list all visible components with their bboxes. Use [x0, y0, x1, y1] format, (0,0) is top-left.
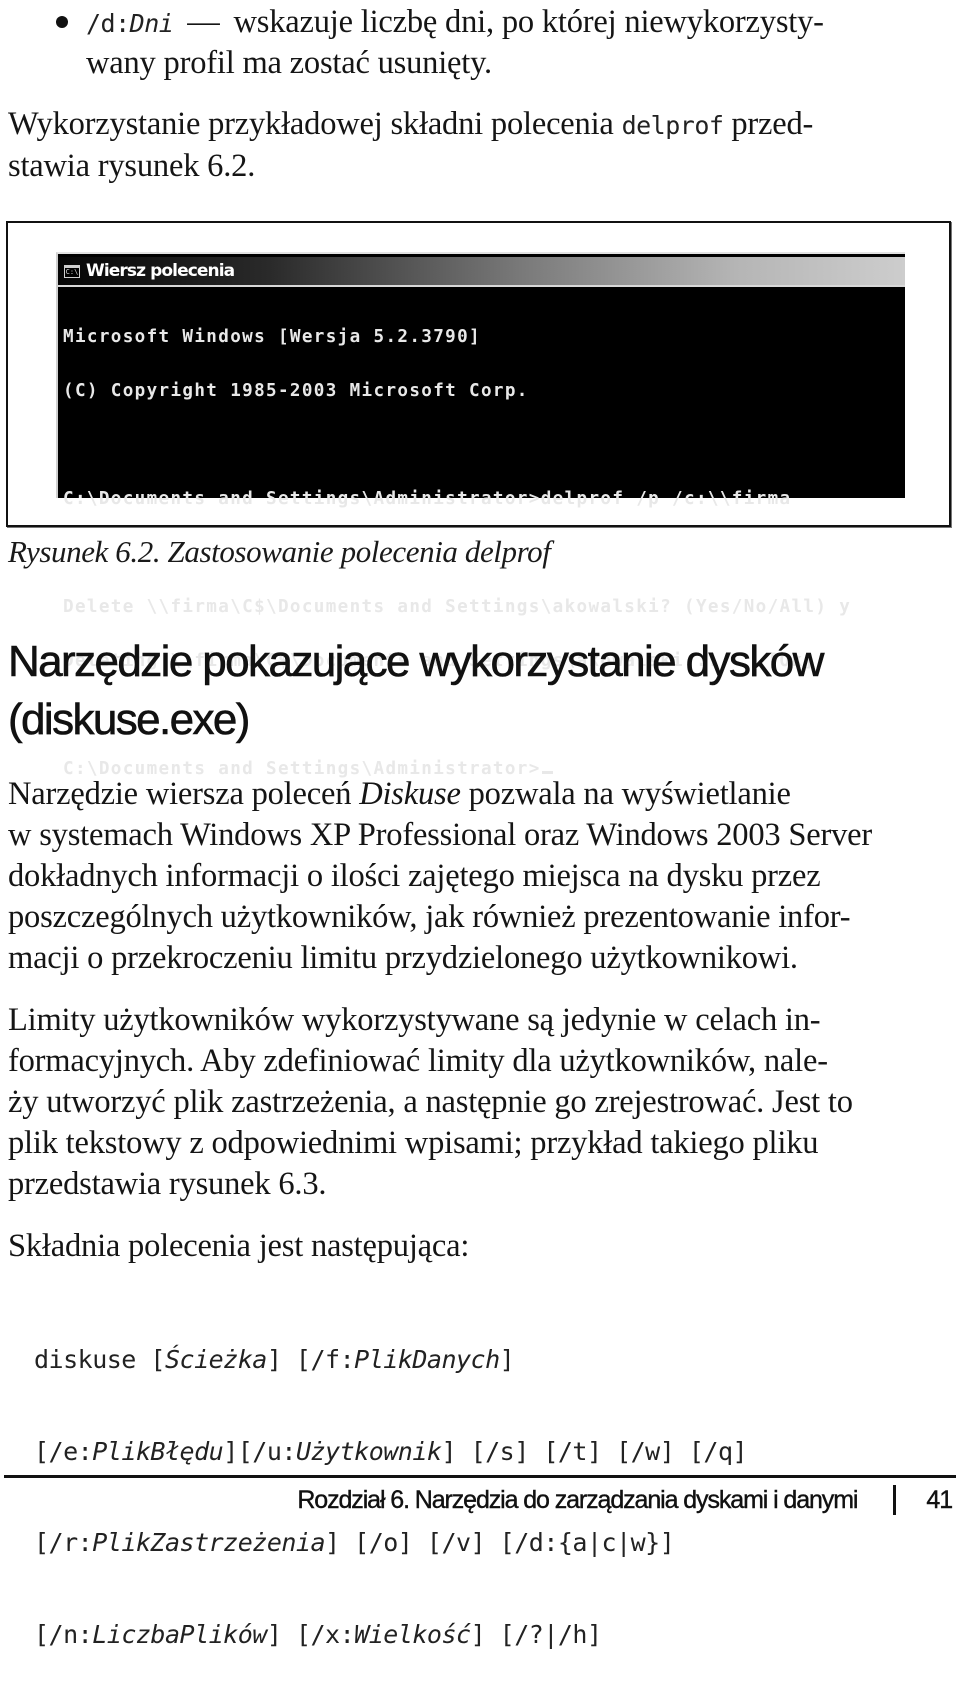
terminal-line: Microsoft Windows [Wersja 5.2.3790]	[63, 327, 481, 347]
p1-line: w systemach Windows XP Professional oraz…	[8, 817, 872, 853]
param: PlikDanych	[354, 1345, 500, 1374]
bullet-text-1: wskazuje liczbę dni, po której niewykorz…	[233, 4, 824, 40]
terminal-titlebar: C:\ Wiersz polecenia	[58, 257, 905, 287]
param: PlikBłędu	[92, 1436, 224, 1466]
syntax-line-1: diskuse [Ścieżka] [/f:PlikDanych]	[34, 1345, 515, 1374]
intro-text-after: przed-	[731, 106, 814, 142]
p1-text: Narzędzie wiersza poleceń	[8, 776, 352, 812]
chapter-title: Rozdział 6. Narzędzia do zarządzania dys…	[297, 1485, 859, 1514]
intro-line-2: stawia rysunek 6.2.	[8, 148, 256, 184]
code-param: Dni	[129, 9, 174, 38]
terminal-window: C:\ Wiersz polecenia Microsoft Windows […	[56, 252, 905, 778]
p2-line: Limity użytkowników wykorzystywane są je…	[8, 1002, 821, 1038]
p2-line: plik tekstowy z odpowiednimi wpisami; pr…	[8, 1125, 819, 1161]
syntax-block: diskuse [Ścieżka] [/f:PlikDanych] [/e:Pl…	[34, 1284, 748, 1681]
footer-divider	[4, 1475, 956, 1478]
syntax-line-2: [/e:PlikBłędu][/u:Użytkownik] [/s] [/t] …	[34, 1436, 748, 1466]
paragraph-3: Składnia polecenia jest następująca:	[8, 1228, 470, 1264]
paragraph-1: Narzędzie wiersza poleceń Diskuse pozwal…	[8, 774, 953, 979]
cmd-icon: C:\	[64, 264, 80, 278]
terminal-line: Delete \\firma\C$\Documents and Settings…	[63, 597, 852, 617]
param: PlikZastrzeżenia	[92, 1528, 326, 1557]
em-dash: —	[187, 4, 220, 40]
figure-caption: Rysunek 6.2. Zastosowanie polecenia delp…	[8, 534, 551, 569]
syntax-line-4: [/n:LiczbaPlików] [/x:Wielkość] [/?|/h]	[34, 1619, 602, 1649]
param: LiczbaPlików	[92, 1619, 267, 1649]
paragraph-2: Limity użytkowników wykorzystywane są je…	[8, 1000, 953, 1205]
section-heading: Narzędzie pokazujące wykorzystanie dyskó…	[8, 633, 948, 749]
syntax-line-3: [/r:PlikZastrzeżenia] [/o] [/v] [/d:{a|c…	[34, 1528, 675, 1557]
bullet-item: /d:Dni — wskazuje liczbę dni, po której …	[56, 2, 956, 84]
p1-italic-diskuse: Diskuse	[359, 776, 461, 812]
code-flag: /d:	[86, 9, 130, 38]
param: Ścieżka	[164, 1345, 267, 1374]
p2-line: przedstawia rysunek 6.3.	[8, 1166, 327, 1202]
p1-line: macji o przekroczeniu limitu przydzielon…	[8, 940, 798, 976]
p2-line: ży utworzyć plik zastrzeżenia, a następn…	[8, 1084, 853, 1120]
bullet-line-2: wany profil ma zostać usunięty.	[86, 45, 492, 81]
bullet-line-1: /d:Dni — wskazuje liczbę dni, po której …	[56, 2, 956, 44]
p2-line: formacyjnych. Aby zdefiniować limity dla…	[8, 1043, 828, 1079]
param: Wielkość	[354, 1619, 471, 1649]
page-number: 41	[926, 1485, 953, 1514]
page-footer: Rozdział 6. Narzędzia do zarządzania dys…	[297, 1485, 953, 1515]
footer-separator	[893, 1485, 897, 1515]
intro-paragraph: Wykorzystanie przykładowej składni polec…	[8, 104, 953, 187]
p1-line: dokładnych informacji o ilości zajętego …	[8, 858, 821, 894]
intro-code: delprof	[621, 111, 724, 140]
p1-line: poszczególnych użytkowników, jak również…	[8, 899, 851, 935]
terminal-line: (C) Copyright 1985-2003 Microsoft Corp.	[63, 381, 529, 401]
heading-line-1: Narzędzie pokazujące wykorzystanie dyskó…	[8, 637, 825, 687]
window-title: Wiersz polecenia	[86, 261, 235, 281]
terminal-line: C:\Documents and Settings\Administrator>…	[63, 489, 792, 509]
bullet-icon	[56, 16, 68, 28]
param: Użytkownik	[295, 1436, 442, 1466]
p1-text-rest: pozwala na wyświetlanie	[468, 776, 791, 812]
heading-line-2: (diskuse.exe)	[8, 695, 251, 745]
intro-text: Wykorzystanie przykładowej składni polec…	[8, 106, 614, 142]
